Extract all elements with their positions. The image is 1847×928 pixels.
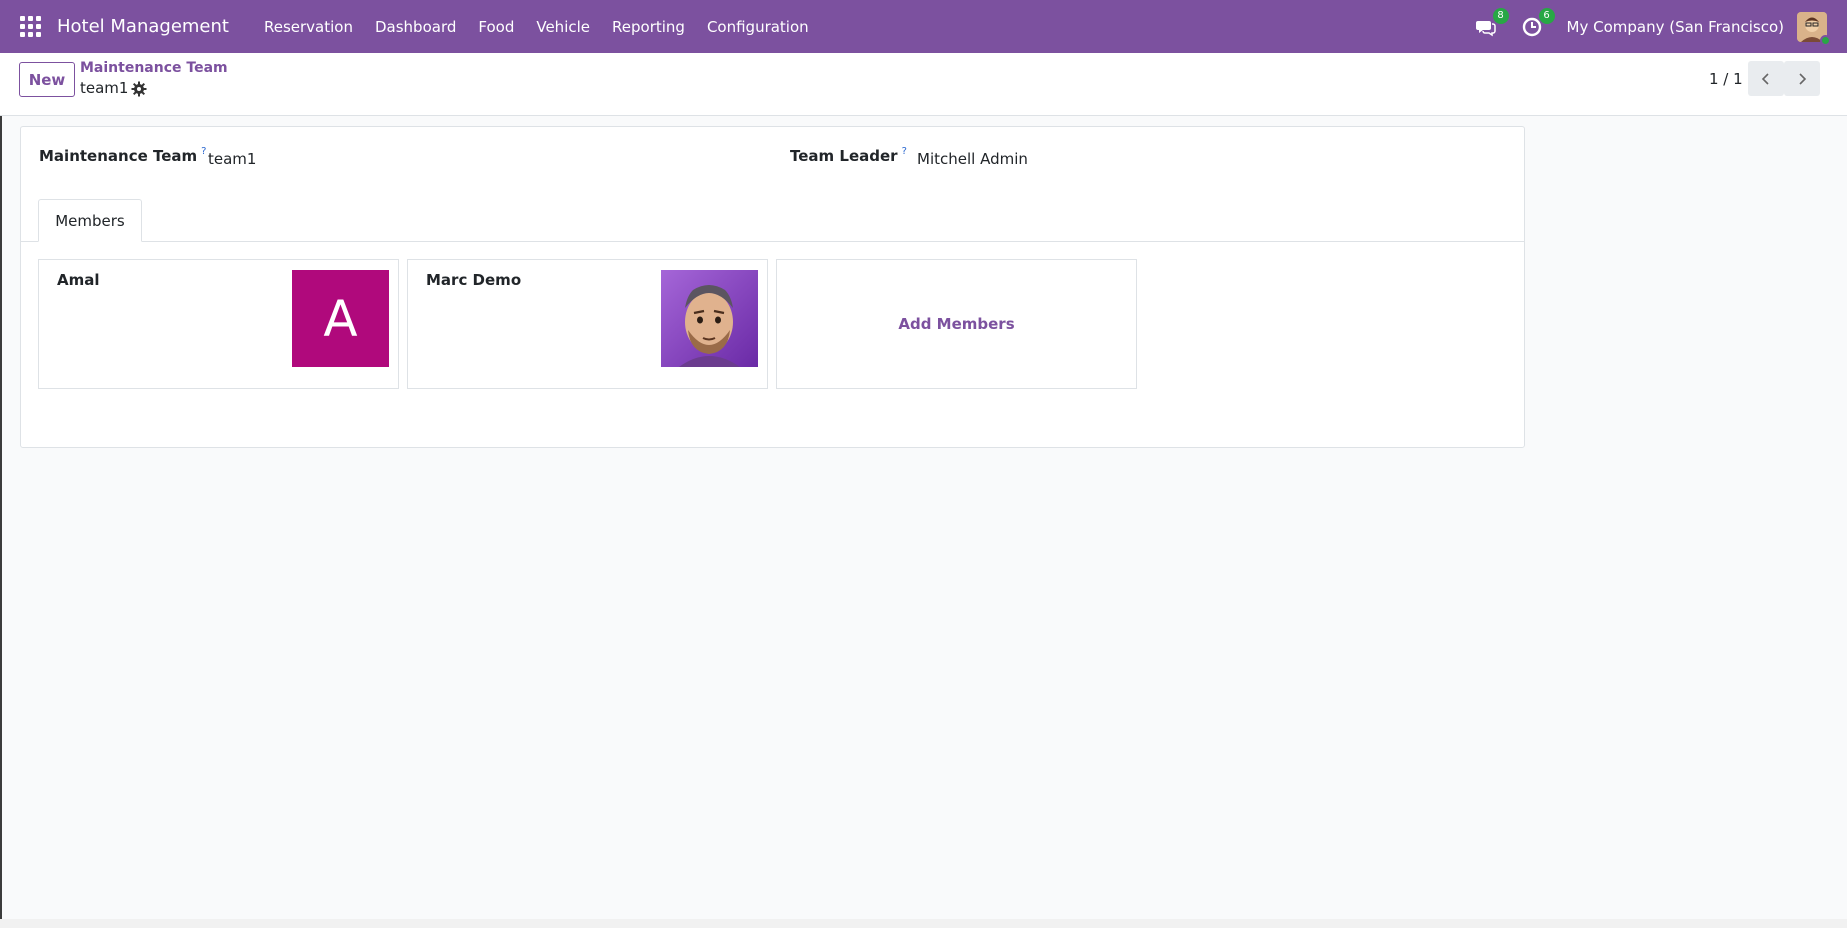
pager-value[interactable]: 1 / 1	[1709, 70, 1743, 88]
systray: 8 6 My Company (San Francisco)	[1475, 0, 1847, 53]
tab-divider	[21, 241, 1524, 242]
member-name: Amal	[57, 271, 100, 289]
menu-item-dashboard[interactable]: Dashboard	[364, 18, 467, 36]
control-panel: New Maintenance Team team1 1 / 1	[0, 53, 1847, 116]
apps-menu-icon[interactable]	[20, 15, 42, 38]
add-members-button[interactable]: Add Members	[776, 259, 1137, 389]
help-tooltip-icon[interactable]: ?	[201, 146, 206, 157]
member-card[interactable]: Amal A	[38, 259, 399, 389]
help-tooltip-icon[interactable]: ?	[902, 146, 907, 157]
company-switcher[interactable]: My Company (San Francisco)	[1567, 18, 1784, 36]
activities-icon[interactable]: 6	[1521, 7, 1555, 38]
breadcrumb-maintenance-team[interactable]: Maintenance Team	[80, 60, 228, 76]
person-photo-icon	[661, 270, 758, 367]
window-edge	[0, 53, 2, 928]
activities-badge: 6	[1538, 7, 1555, 24]
user-avatar[interactable]	[1797, 11, 1831, 46]
member-name: Marc Demo	[426, 271, 522, 289]
member-card[interactable]: Marc Demo	[407, 259, 768, 389]
menu-item-reservation[interactable]: Reservation	[253, 18, 364, 36]
chevron-right-icon	[1799, 72, 1807, 85]
main-menu: Reservation Dashboard Food Vehicle Repor…	[253, 18, 820, 36]
record-title: team1	[80, 79, 129, 97]
new-button[interactable]: New	[19, 62, 75, 97]
messages-icon[interactable]: 8	[1475, 7, 1509, 38]
horizontal-scrollbar[interactable]	[0, 919, 1847, 928]
team-leader-field[interactable]: Mitchell Admin	[917, 150, 1028, 168]
form-sheet: Maintenance Team? team1 Team Leader? Mit…	[20, 126, 1525, 448]
menu-item-vehicle[interactable]: Vehicle	[525, 18, 601, 36]
chevron-left-icon	[1761, 72, 1769, 85]
menu-item-reporting[interactable]: Reporting	[601, 18, 696, 36]
pager-previous-button[interactable]	[1748, 61, 1784, 96]
app-name[interactable]: Hotel Management	[57, 16, 229, 37]
team-leader-label: Team Leader?	[790, 146, 907, 165]
top-navbar: Hotel Management Reservation Dashboard F…	[0, 0, 1847, 53]
menu-item-configuration[interactable]: Configuration	[696, 18, 820, 36]
messages-badge: 8	[1492, 7, 1509, 24]
maintenance-team-field[interactable]: team1	[208, 150, 256, 168]
tab-members[interactable]: Members	[38, 199, 142, 242]
gear-icon[interactable]	[131, 81, 147, 97]
menu-item-food[interactable]: Food	[467, 18, 525, 36]
pager-next-button[interactable]	[1784, 61, 1820, 96]
online-status-icon	[1820, 34, 1831, 46]
member-avatar: A	[292, 270, 389, 367]
maintenance-team-label: Maintenance Team?	[39, 146, 207, 165]
